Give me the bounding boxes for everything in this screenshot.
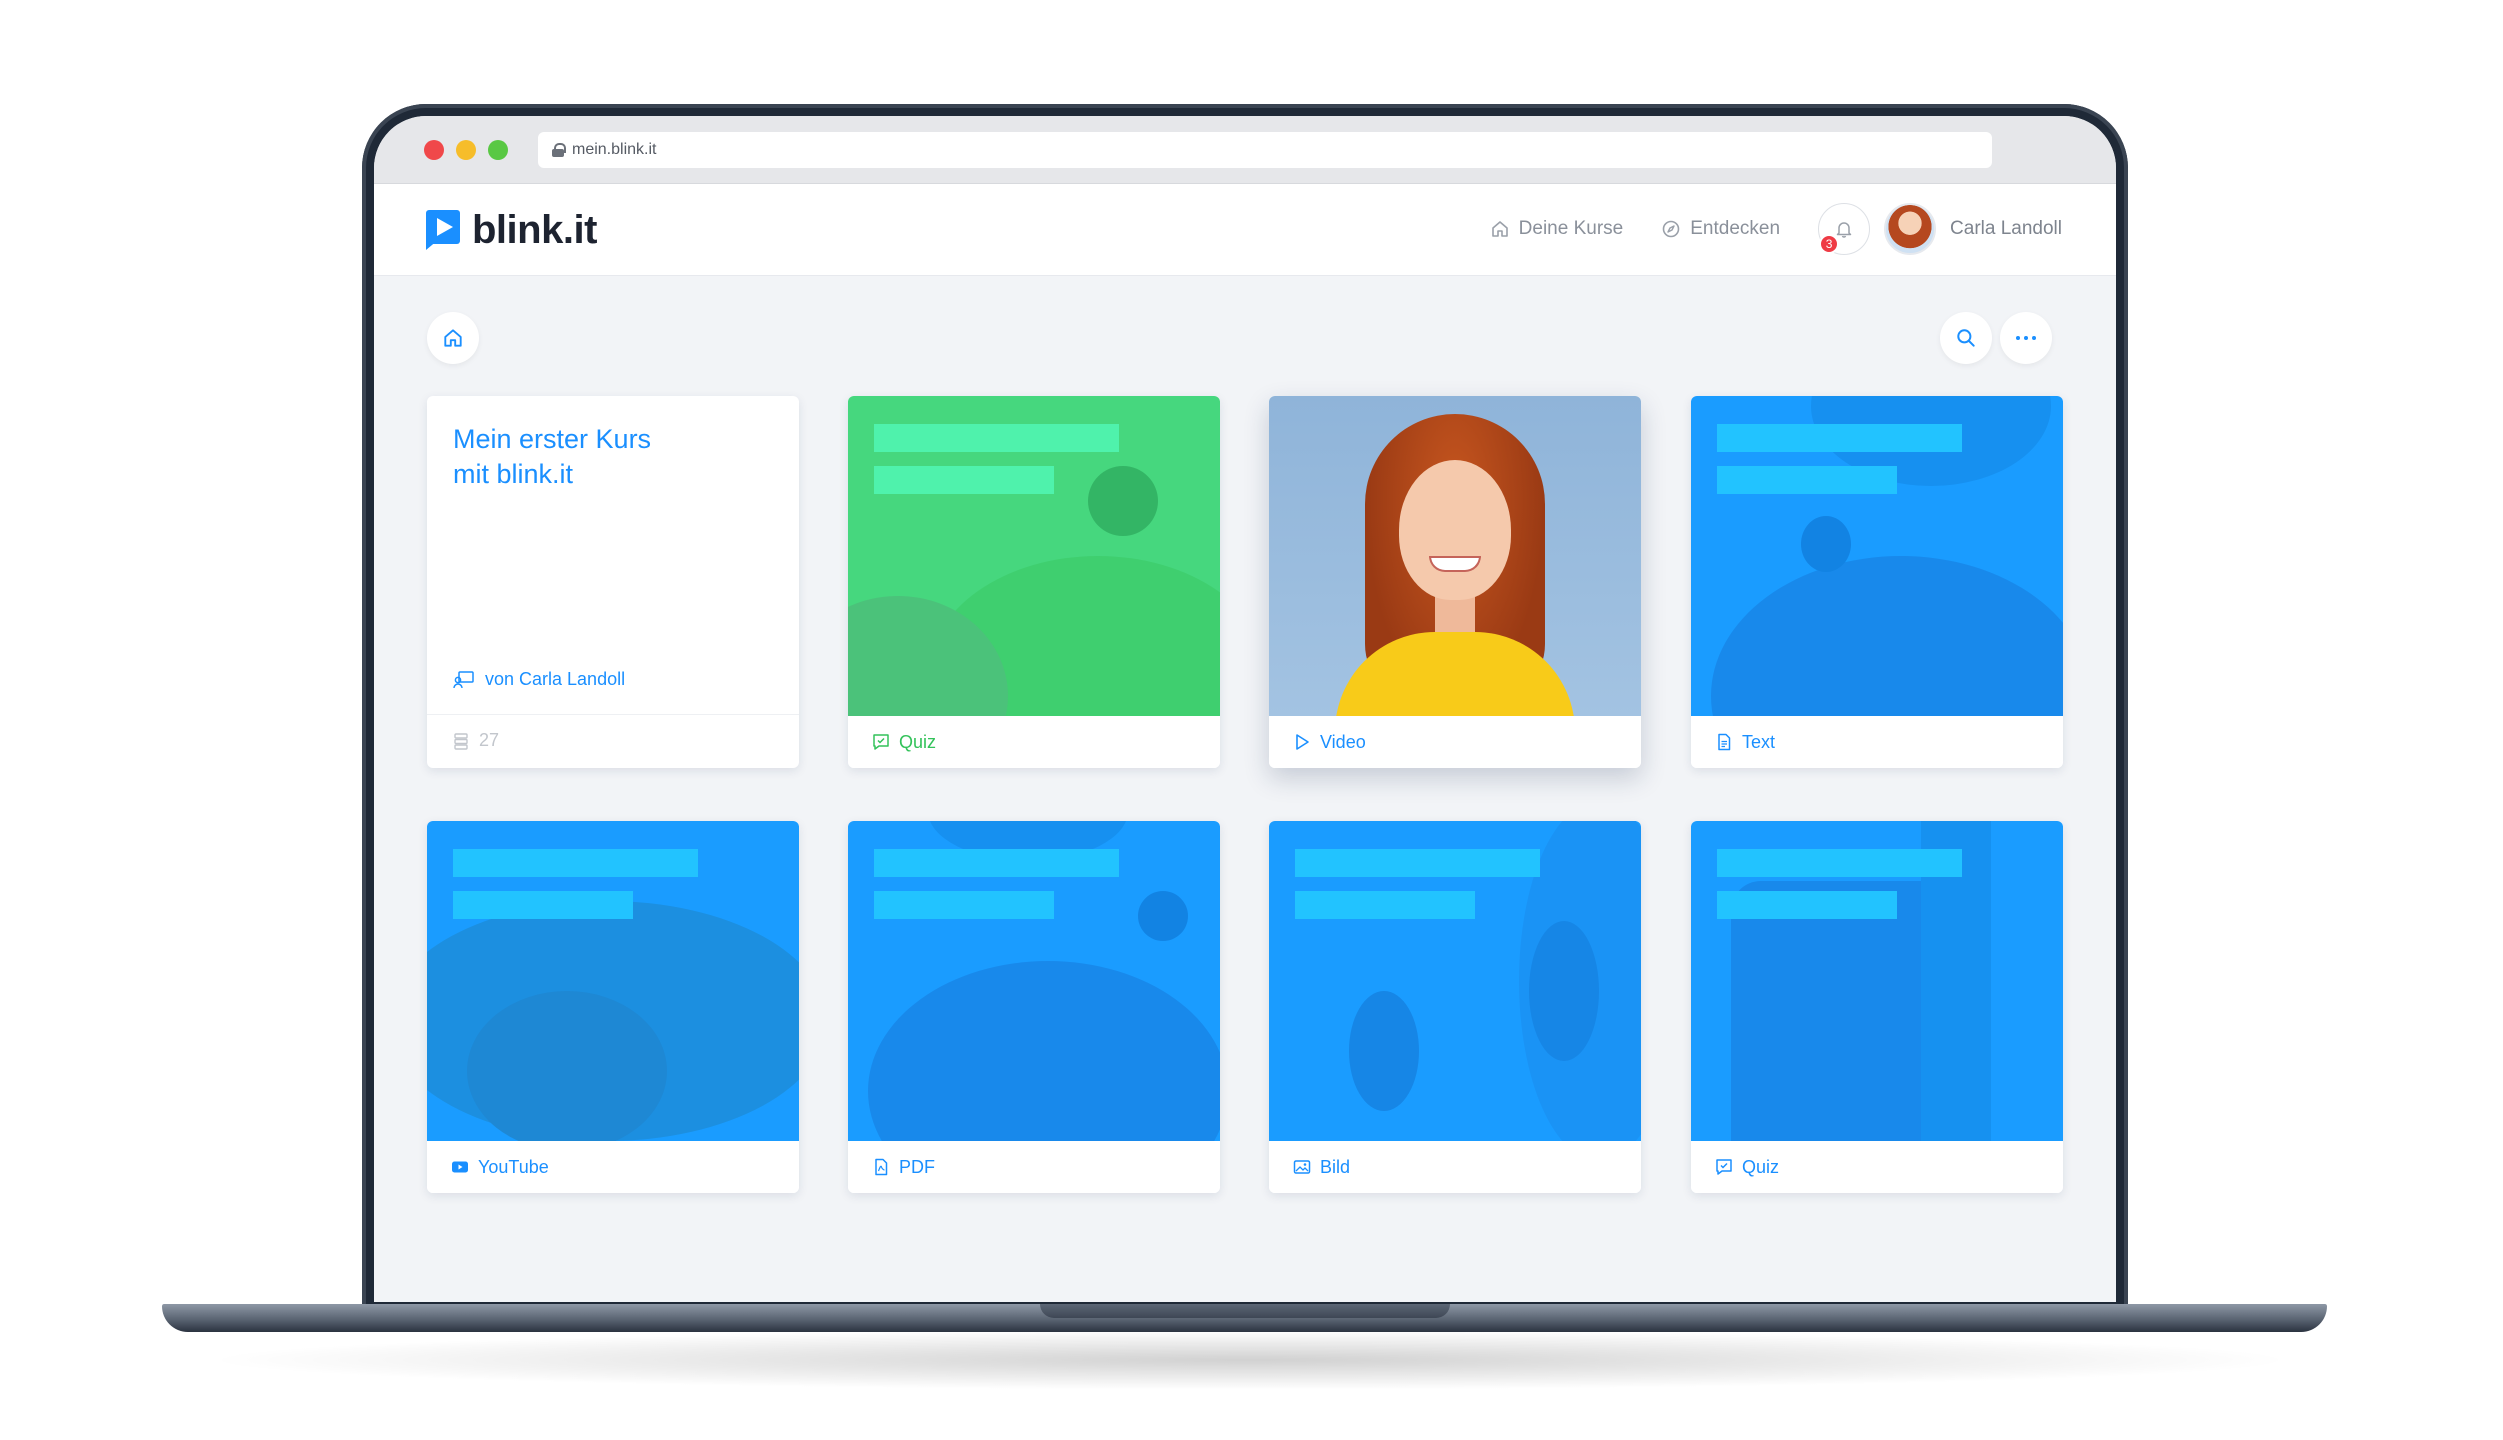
address-url: mein.blink.it	[572, 141, 657, 158]
card-footer: Bild	[1269, 1141, 1641, 1193]
card-quiz[interactable]: Quiz	[848, 396, 1220, 768]
course-card[interactable]: Mein erster Kurs mit blink.it von Carla …	[427, 396, 799, 768]
card-label: PDF	[899, 1156, 935, 1177]
address-bar[interactable]: mein.blink.it	[538, 132, 1992, 168]
nav-entdecken-label: Entdecken	[1690, 218, 1781, 239]
home-button[interactable]	[427, 312, 479, 364]
divider	[427, 714, 799, 715]
card-thumbnail	[848, 396, 1220, 716]
teacher-icon	[453, 670, 474, 688]
laptop-shadow	[200, 1330, 2300, 1390]
card-video[interactable]: Video	[1269, 396, 1641, 768]
card-thumbnail	[427, 821, 799, 1141]
screen: mein.blink.it blink.it Deine Kurse Entde…	[374, 116, 2116, 1302]
card-thumbnail	[848, 821, 1220, 1141]
document-icon	[1718, 733, 1731, 751]
lock-icon	[552, 143, 566, 157]
card-label: Quiz	[899, 731, 937, 752]
card-thumbnail	[1691, 396, 2063, 716]
laptop-frame: mein.blink.it blink.it Deine Kurse Entde…	[0, 0, 2503, 1440]
card-label: Bild	[1320, 1156, 1351, 1177]
quiz-icon	[873, 734, 889, 750]
home-icon	[444, 329, 462, 347]
course-count: 27	[453, 730, 499, 751]
search-button[interactable]	[1940, 312, 1992, 364]
nav-deine-kurse[interactable]: Deine Kurse	[1490, 218, 1624, 240]
logo-icon	[426, 209, 460, 252]
maximize-window-button[interactable]	[488, 140, 508, 160]
compass-icon	[1662, 220, 1680, 238]
card-footer: PDF	[848, 1141, 1220, 1193]
card-bild[interactable]: Bild	[1269, 821, 1641, 1193]
card-youtube[interactable]: YouTube	[427, 821, 799, 1193]
minimize-window-button[interactable]	[456, 140, 476, 160]
image-icon	[1293, 1160, 1311, 1174]
close-window-button[interactable]	[424, 140, 444, 160]
card-quiz-2[interactable]: Quiz	[1691, 821, 2063, 1193]
more-button[interactable]	[2000, 312, 2052, 364]
card-pdf[interactable]: PDF	[848, 821, 1220, 1193]
quiz-icon	[1716, 1159, 1732, 1175]
card-thumbnail	[1691, 821, 2063, 1141]
youtube-icon	[452, 1161, 468, 1173]
card-footer: Quiz	[1691, 1141, 2063, 1193]
nav-deine-kurse-label: Deine Kurse	[1518, 218, 1624, 239]
notification-badge: 3	[1819, 234, 1840, 254]
user-name[interactable]: Carla Landoll	[1950, 218, 2062, 240]
card-label: Quiz	[1742, 1156, 1780, 1177]
card-text[interactable]: Text	[1691, 396, 2063, 768]
bell-icon	[1836, 222, 1852, 238]
course-count-value: 27	[479, 730, 500, 750]
card-thumbnail	[1269, 396, 1641, 716]
card-footer: YouTube	[427, 1141, 799, 1193]
main-nav: Deine Kurse Entdecken 3 Carla Landoll	[1490, 200, 2062, 258]
play-icon	[1296, 734, 1309, 750]
nav-entdecken[interactable]: Entdecken	[1661, 218, 1780, 240]
card-footer: Text	[1691, 716, 2063, 768]
card-footer: Video	[1269, 716, 1641, 768]
card-label: Text	[1742, 731, 1776, 752]
pdf-icon	[875, 1158, 888, 1176]
card-label: YouTube	[478, 1156, 549, 1177]
search-icon	[1957, 329, 1975, 347]
logo-text: blink.it	[472, 208, 597, 252]
stack-icon	[454, 732, 468, 750]
course-title: Mein erster Kurs mit blink.it	[453, 424, 652, 489]
home-icon	[1491, 221, 1508, 237]
laptop-base-notch	[1040, 1304, 1450, 1318]
card-label: Video	[1320, 731, 1366, 752]
card-footer: Quiz	[848, 716, 1220, 768]
card-thumbnail	[1269, 821, 1641, 1141]
course-author: von Carla Landoll	[453, 669, 625, 690]
browser-toolbar: mein.blink.it	[374, 116, 2116, 184]
logo[interactable]: blink.it	[426, 208, 597, 253]
notifications-button[interactable]: 3	[1818, 203, 1871, 255]
avatar[interactable]	[1884, 203, 1937, 255]
app-header: blink.it Deine Kurse Entdecken 3 Carla L…	[374, 184, 2116, 276]
more-icon	[2016, 336, 2036, 340]
course-author-label: von Carla Landoll	[485, 669, 626, 689]
